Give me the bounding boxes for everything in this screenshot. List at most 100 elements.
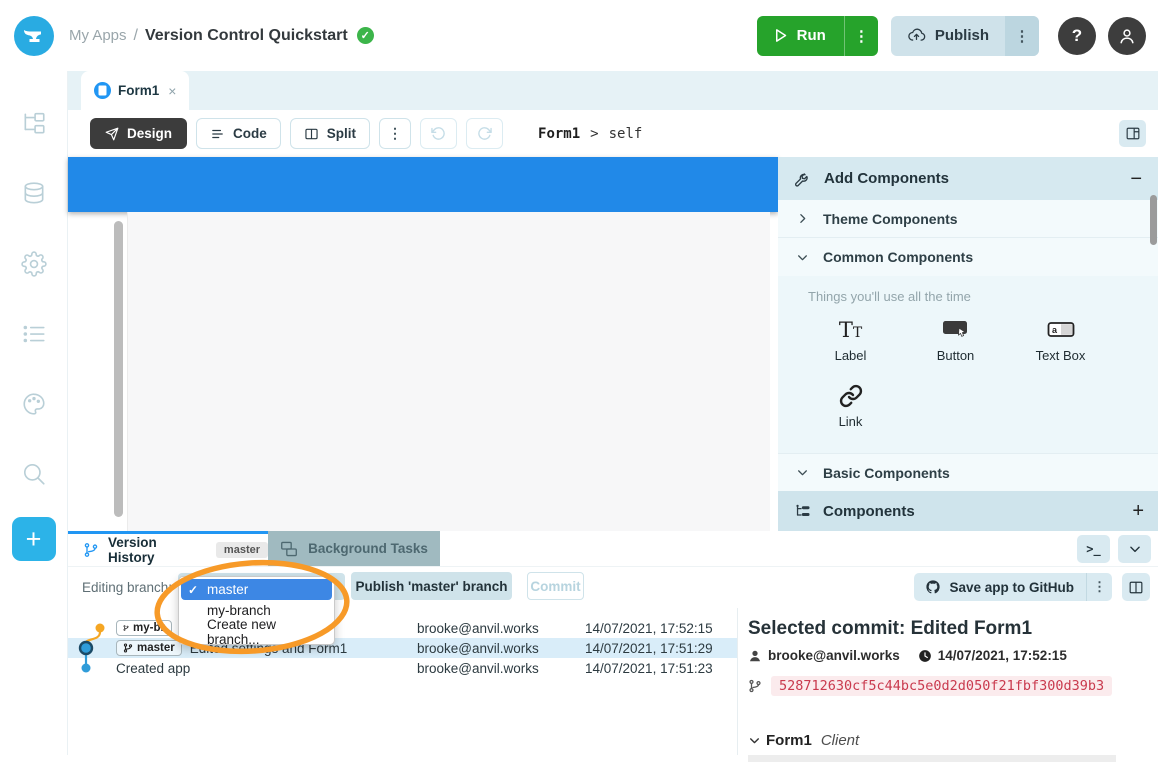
- branch-badge: master: [216, 542, 268, 558]
- design-label: Design: [127, 126, 172, 141]
- publish-menu-button[interactable]: ⋮: [1005, 16, 1039, 56]
- component-textbox[interactable]: a Text Box: [1008, 316, 1113, 382]
- components-tree-title: Components: [823, 503, 1120, 520]
- commit-row-2-selected[interactable]: master Edited settings and Form1 brooke@…: [68, 638, 737, 658]
- publish-label: Publish: [935, 27, 989, 44]
- search-icon: [21, 461, 47, 487]
- help-button[interactable]: ?: [1058, 17, 1096, 55]
- tab-background-tasks[interactable]: Background Tasks: [268, 531, 440, 566]
- design-view-button[interactable]: Design: [90, 118, 187, 149]
- sidebar-item-logs[interactable]: [0, 299, 67, 369]
- background-tasks-label: Background Tasks: [308, 541, 428, 556]
- undo-button[interactable]: [420, 118, 457, 149]
- changed-file-row[interactable]: Form1 Client: [748, 732, 1150, 749]
- chevron-down-icon: [796, 466, 809, 479]
- save-to-github-button[interactable]: Save app to GitHub ⋮: [914, 573, 1112, 601]
- run-label: Run: [797, 27, 826, 44]
- chevron-right-icon: [796, 212, 809, 225]
- label-icon: TT: [839, 318, 862, 342]
- menu-item-create-branch[interactable]: Create new branch...: [181, 621, 332, 642]
- publish-button-group: Publish ⋮: [891, 16, 1039, 56]
- run-menu-button[interactable]: ⋮: [844, 16, 878, 56]
- commit-graph: [76, 618, 116, 688]
- section-basic-components[interactable]: Basic Components: [778, 453, 1158, 491]
- panel-columns-icon: [1129, 581, 1143, 594]
- path-form-name[interactable]: Form1: [538, 126, 580, 142]
- diff-preview: [748, 755, 1116, 762]
- windows-icon: [280, 541, 298, 557]
- chevron-down-icon: [1128, 542, 1142, 556]
- split-view-button[interactable]: Split: [290, 118, 370, 149]
- canvas-scrollbar[interactable]: [114, 221, 123, 517]
- expand-icon[interactable]: +: [1132, 501, 1144, 521]
- components-tree-header[interactable]: Components +: [778, 491, 1158, 531]
- commit-list: my-br brooke@anvil.works 14/07/2021, 17:…: [68, 618, 737, 678]
- anvil-logo-icon[interactable]: [14, 16, 54, 56]
- component-button[interactable]: Button: [903, 316, 1008, 382]
- form-doc-icon: [94, 82, 111, 99]
- sidebar-item-app-browser[interactable]: [0, 89, 67, 159]
- console-button[interactable]: >_: [1077, 535, 1110, 563]
- editing-branch-label: Editing branch:: [82, 580, 172, 595]
- palette-icon: [21, 391, 47, 417]
- design-canvas[interactable]: [68, 157, 778, 531]
- sidebar-item-data-tables[interactable]: [0, 159, 67, 229]
- toolbar-more-button[interactable]: ⋮: [379, 118, 411, 149]
- github-icon: [925, 579, 941, 595]
- commit-hash-row: 528712630cf5c44bc5e0d2d050f21fbf300d39b3: [748, 676, 1150, 696]
- redo-icon: [477, 126, 492, 141]
- publish-button[interactable]: Publish: [891, 16, 1005, 56]
- commit-button[interactable]: Commit: [527, 572, 584, 600]
- commit-dot-my-branch: [96, 624, 105, 633]
- gear-icon: [21, 251, 47, 277]
- database-icon: [21, 181, 47, 207]
- menu-item-master[interactable]: ✓ master: [181, 579, 332, 600]
- form-content-area[interactable]: [127, 212, 770, 531]
- commit-row-3[interactable]: Created app brooke@anvil.works 14/07/202…: [68, 658, 737, 678]
- kebab-icon: ⋮: [388, 125, 402, 142]
- publish-branch-button[interactable]: Publish 'master' branch: [351, 572, 512, 600]
- history-panel-toggle-button[interactable]: [1122, 573, 1150, 601]
- tab-form1[interactable]: Form1 ×: [81, 71, 189, 110]
- account-button[interactable]: [1108, 17, 1146, 55]
- sidebar-item-theme[interactable]: [0, 369, 67, 439]
- terminal-icon: >_: [1086, 542, 1100, 556]
- split-label: Split: [327, 126, 356, 141]
- commit-date: 14/07/2021, 17:51:29: [585, 641, 713, 656]
- collapse-icon[interactable]: −: [1130, 169, 1142, 189]
- github-menu-button[interactable]: ⋮: [1086, 573, 1112, 601]
- breadcrumb-my-apps[interactable]: My Apps: [69, 27, 127, 44]
- breadcrumb-app-name[interactable]: Version Control Quickstart: [145, 27, 348, 45]
- code-view-button[interactable]: Code: [196, 118, 281, 149]
- tab-version-history[interactable]: Version History master: [68, 531, 268, 566]
- help-icon: ?: [1072, 26, 1082, 46]
- tree-icon: [21, 111, 47, 137]
- commit-hash[interactable]: 528712630cf5c44bc5e0d2d050f21fbf300d39b3: [771, 676, 1112, 696]
- commit-date: 14/07/2021, 17:51:23: [585, 661, 713, 676]
- sidebar-item-search[interactable]: [0, 439, 67, 509]
- editor-toolbar: Design Code Split ⋮ Form1 > self: [68, 110, 1158, 157]
- redo-button[interactable]: [466, 118, 503, 149]
- form-appbar-component[interactable]: [68, 157, 778, 212]
- run-button[interactable]: Run: [757, 16, 844, 56]
- component-link[interactable]: Link: [798, 382, 903, 448]
- components-grid: TT Label Button a Text Box Link: [798, 316, 1128, 448]
- sidebar-add-button[interactable]: +: [12, 517, 56, 561]
- kebab-icon: ⋮: [1093, 579, 1106, 595]
- panel-scrollbar[interactable]: [1150, 195, 1157, 245]
- path-self[interactable]: self: [609, 126, 643, 142]
- bottom-tab-row: Version History master Background Tasks …: [68, 531, 1158, 567]
- changed-file-kind: Client: [821, 732, 859, 749]
- component-label[interactable]: TT Label: [798, 316, 903, 382]
- collapse-panel-button[interactable]: [1118, 535, 1151, 563]
- add-components-header[interactable]: Add Components −: [778, 157, 1158, 200]
- tab-close-icon[interactable]: ×: [168, 83, 176, 99]
- section-theme-components[interactable]: Theme Components: [778, 200, 1158, 238]
- section-common-components[interactable]: Common Components: [778, 238, 1158, 276]
- panel-layout-toggle-button[interactable]: [1119, 120, 1146, 147]
- version-history-label: Version History: [108, 535, 207, 565]
- commit-author: brooke@anvil.works: [417, 661, 539, 676]
- sidebar-item-settings[interactable]: [0, 229, 67, 299]
- commit-row-1[interactable]: my-br brooke@anvil.works 14/07/2021, 17:…: [68, 618, 737, 638]
- git-branch-icon: [123, 623, 129, 633]
